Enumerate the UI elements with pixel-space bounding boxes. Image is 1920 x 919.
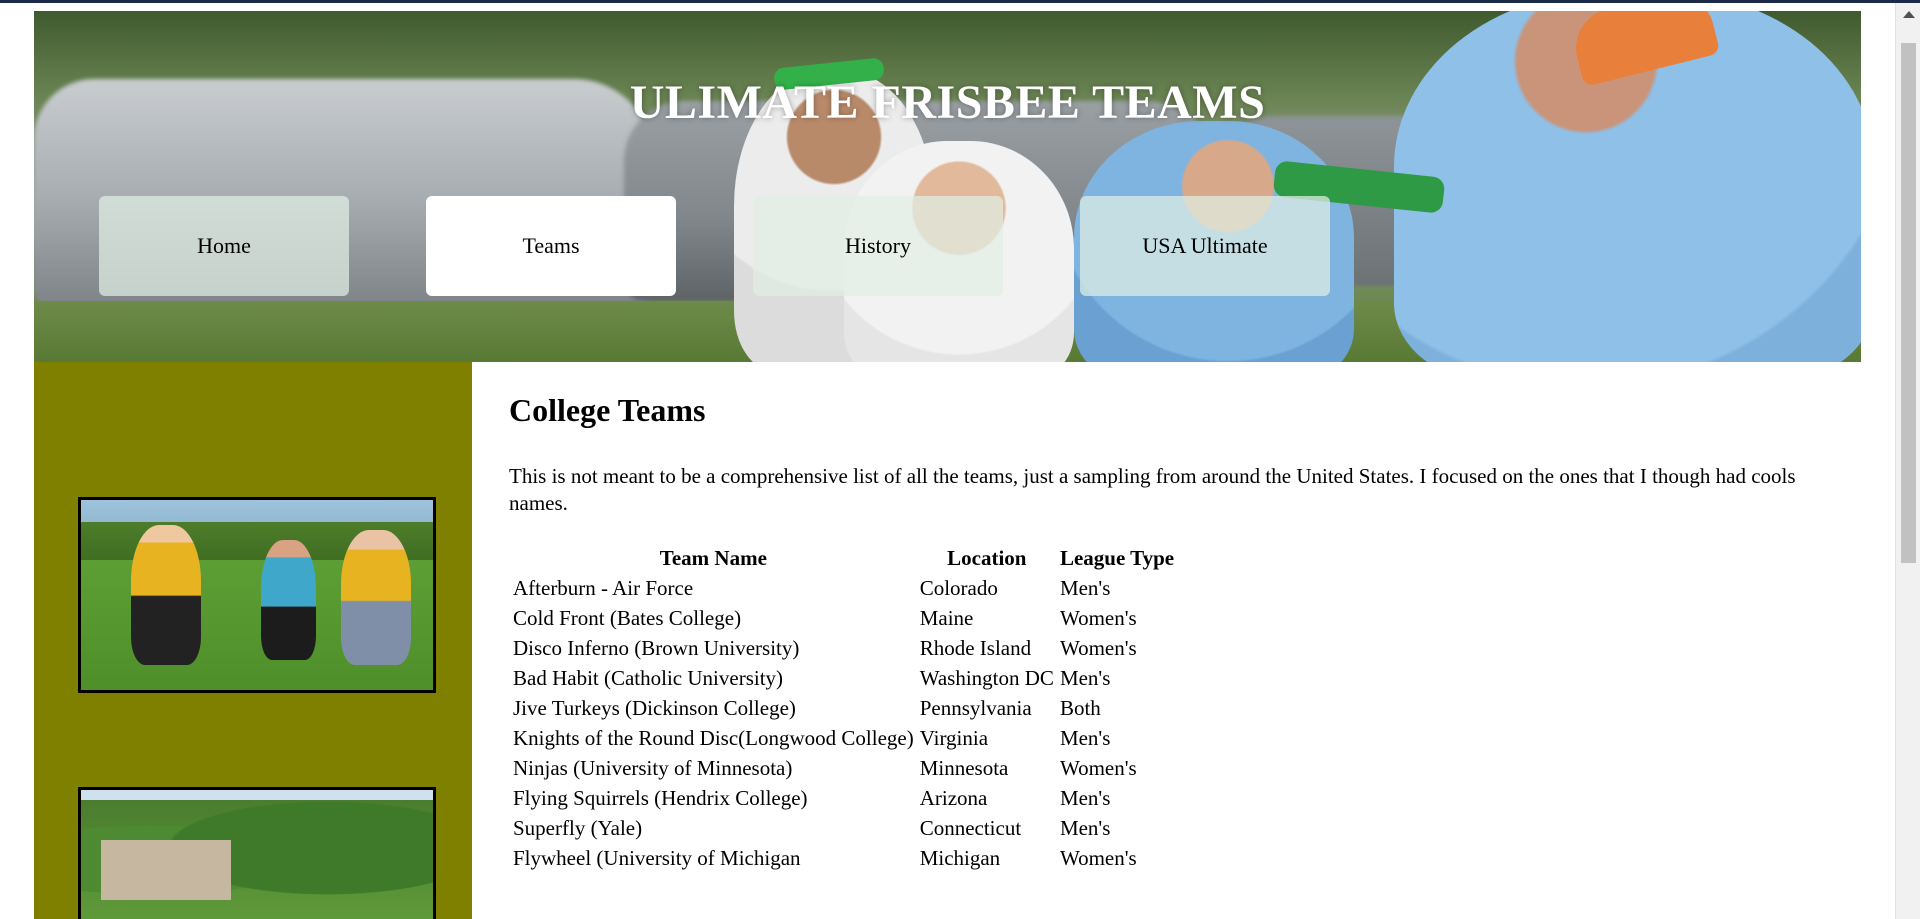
league-type-cell: Men's [1059,575,1111,600]
location-cell: Maine [919,605,974,630]
site-title: ULIMATE FRISBEE TEAMS [629,76,1266,129]
scrollbar-thumb[interactable] [1901,43,1916,563]
table-row: Cold Front (Bates College) Maine Women's [511,604,1176,632]
league-type-cell: Both [1059,695,1101,720]
location-cell: Rhode Island [919,635,1032,660]
league-type-cell: Men's [1059,785,1111,810]
team-name-cell: Disco Inferno (Brown University) [513,635,800,660]
table-row: Bad Habit (Catholic University) Washingt… [511,664,1176,692]
page: ULIMATE FRISBEE TEAMS Home Teams History… [34,11,1861,919]
team-name-cell: Flying Squirrels (Hendrix College) [513,785,808,810]
location-cell: Minnesota [919,755,1009,780]
sidebar [34,362,472,919]
nav-home-button[interactable]: Home [99,196,349,296]
location-cell: Virginia [919,725,989,750]
team-name-cell: Jive Turkeys (Dickinson College) [513,695,796,720]
sidebar-photo-field [78,787,436,919]
table-row: Afterburn - Air Force Colorado Men's [511,574,1176,602]
league-type-cell: Women's [1059,605,1137,630]
scroll-up-arrow-icon[interactable] [1903,11,1915,18]
nav-history-button[interactable]: History [753,196,1003,296]
column-header-team-name: Team Name [659,545,767,570]
table-row: Flywheel (University of Michigan Michiga… [511,844,1176,872]
nav-usa-ultimate-button[interactable]: USA Ultimate [1080,196,1330,296]
league-type-cell: Men's [1059,815,1111,840]
column-header-location: Location [947,545,1027,570]
photo-house [101,840,231,900]
location-cell: Connecticut [919,815,1022,840]
photo-player [261,540,316,660]
league-type-cell: Women's [1059,845,1137,870]
column-header-league-type: League Type [1059,545,1175,570]
league-type-cell: Men's [1059,665,1111,690]
table-row: Flying Squirrels (Hendrix College) Arizo… [511,784,1176,812]
table-row: Jive Turkeys (Dickinson College) Pennsyl… [511,694,1176,722]
table-row: Disco Inferno (Brown University) Rhode I… [511,634,1176,662]
intro-paragraph: This is not meant to be a comprehensive … [509,464,1796,515]
team-name-cell: Flywheel (University of Michigan [513,845,801,870]
league-type-cell: Men's [1059,725,1111,750]
team-name-cell: Cold Front (Bates College) [513,605,742,630]
table-header-row: Team Name Location League Type [511,544,1176,572]
vertical-scrollbar[interactable] [1895,3,1920,919]
location-cell: Colorado [919,575,998,600]
sidebar-photo-players [78,497,436,693]
photo-player [131,525,201,665]
nav-teams-button[interactable]: Teams [426,196,676,296]
table-row: Ninjas (University of Minnesota) Minneso… [511,754,1176,782]
team-name-cell: Superfly (Yale) [513,815,643,840]
location-cell: Arizona [919,785,988,810]
header-banner: ULIMATE FRISBEE TEAMS Home Teams History… [34,11,1861,362]
teams-table: Team Name Location League Type Afterburn… [509,542,1178,874]
location-cell: Pennsylvania [919,695,1032,720]
browser-top-edge [0,0,1920,3]
team-name-cell: Afterburn - Air Force [513,575,694,600]
page-heading: College Teams [509,392,706,428]
photo-player [341,530,411,665]
location-cell: Washington DC [919,665,1054,690]
table-row: Superfly (Yale) Connecticut Men's [511,814,1176,842]
main-content: College Teams This is not meant to be a … [472,362,1861,919]
team-name-cell: Ninjas (University of Minnesota) [513,755,793,780]
league-type-cell: Women's [1059,635,1137,660]
location-cell: Michigan [919,845,1001,870]
team-name-cell: Bad Habit (Catholic University) [513,665,784,690]
table-row: Knights of the Round Disc(Longwood Colle… [511,724,1176,752]
league-type-cell: Women's [1059,755,1137,780]
team-name-cell: Knights of the Round Disc(Longwood Colle… [513,725,914,750]
